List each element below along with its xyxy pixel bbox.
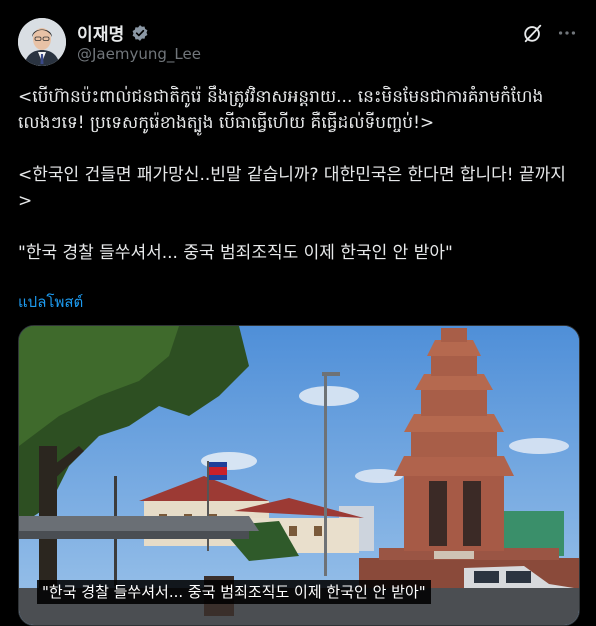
tweet-text: <បើហ៊ានប៉ះពាល់ជនជាតិកូរ៉េ នឹងត្រូវវិនាសអ…: [18, 84, 578, 266]
grok-icon[interactable]: [522, 22, 544, 44]
tweet-korean-paragraph: <한국인 건들면 패가망신..빈말 같습니까? 대한민국은 한다면 합니다! 끝…: [18, 165, 566, 211]
more-options-icon[interactable]: [556, 22, 578, 44]
tweet-media[interactable]: "한국 경찰 들쑤셔서... 중국 범죄조직도 이제 한국인 안 받아": [18, 325, 580, 626]
verified-badge-icon: [132, 24, 147, 41]
tweet-card: 이재명 @Jaemyung_Lee <បើហ៊ានប៉ះពាល់ជនជាតិកូ…: [0, 0, 596, 626]
author-name-row[interactable]: 이재명: [77, 20, 149, 45]
tweet-khmer-paragraph: <បើហ៊ានប៉ះពាល់ជនជាតិកូរ៉េ នឹងត្រូវវិនាសអ…: [18, 87, 544, 133]
tweet-headline: "한국 경찰 들쑤셔서... 중국 범죄조직도 이제 한국인 안 받아": [18, 243, 453, 263]
avatar-photo: [18, 18, 66, 66]
translate-post-link[interactable]: แปลโพสต์: [18, 290, 83, 314]
avatar[interactable]: [18, 18, 66, 66]
user-handle[interactable]: @Jaemyung_Lee: [77, 45, 201, 63]
media-caption: "한국 경찰 들쑤셔서... 중국 범죄조직도 이제 한국인 안 받아": [37, 580, 431, 604]
display-name[interactable]: 이재명: [77, 20, 125, 45]
